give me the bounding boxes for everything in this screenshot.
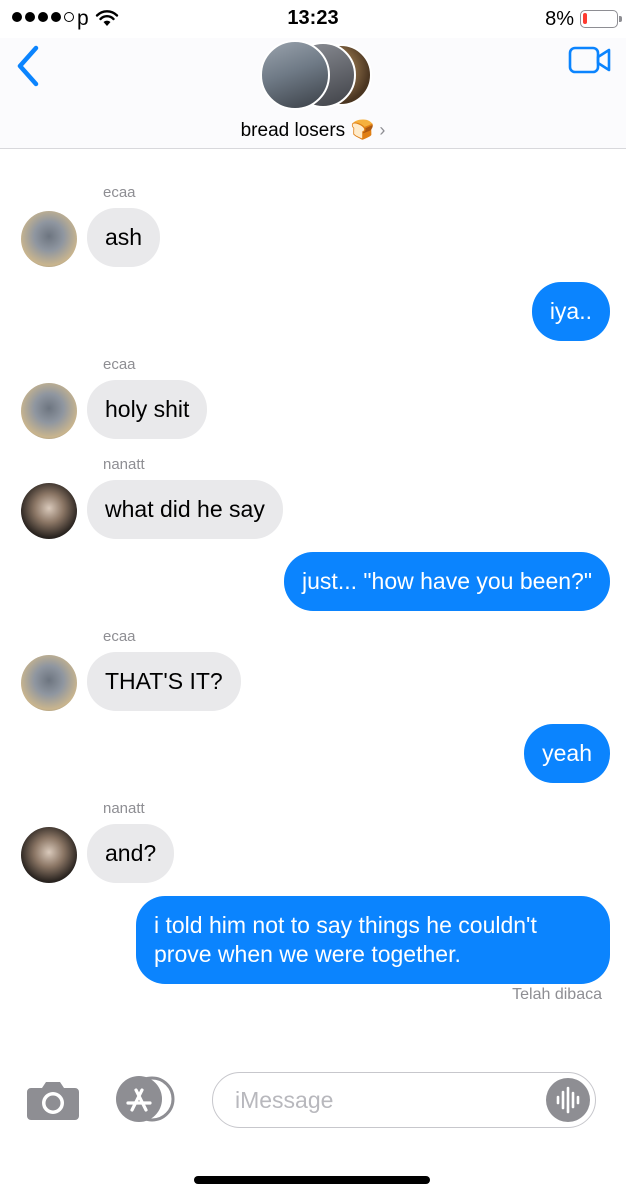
battery-percentage: 8% [545, 8, 574, 30]
outgoing-message[interactable]: iya.. [531, 282, 610, 341]
avatar[interactable] [21, 483, 77, 539]
conversation-header: bread losers 🍞 › [0, 38, 626, 149]
imessage-input[interactable]: iMessage [212, 1072, 596, 1128]
audio-message-icon[interactable] [546, 1078, 590, 1122]
back-chevron-icon[interactable] [14, 44, 42, 93]
status-bar: p 13:23 8% [0, 0, 626, 38]
incoming-message[interactable]: ash [87, 208, 161, 267]
group-avatar-stack[interactable] [260, 40, 372, 110]
clock: 13:23 [287, 7, 339, 29]
incoming-message[interactable]: and? [87, 824, 175, 883]
incoming-message[interactable]: what did he say [87, 480, 283, 539]
input-placeholder: iMessage [235, 1087, 334, 1113]
incoming-message[interactable]: THAT'S IT? [87, 652, 241, 711]
sender-name: nanatt [103, 800, 145, 817]
avatar[interactable] [21, 655, 77, 711]
battery-icon [580, 10, 622, 28]
outgoing-message[interactable]: yeah [524, 724, 610, 783]
group-name-button[interactable]: bread losers 🍞 › [0, 118, 626, 142]
avatar[interactable] [21, 383, 77, 439]
avatar[interactable] [21, 211, 77, 267]
sender-name: ecaa [103, 356, 136, 373]
avatar [260, 40, 330, 110]
camera-icon[interactable] [25, 1078, 81, 1127]
avatar[interactable] [21, 827, 77, 883]
sender-name: ecaa [103, 184, 136, 201]
group-name: bread losers 🍞 [240, 120, 375, 141]
read-receipt: Telah dibaca [512, 986, 602, 1003]
chevron-right-icon: › [379, 120, 386, 140]
sender-name: nanatt [103, 456, 145, 473]
app-store-icon[interactable] [114, 1075, 176, 1128]
facetime-video-icon[interactable] [568, 44, 612, 81]
home-indicator[interactable] [194, 1176, 430, 1184]
incoming-message[interactable]: holy shit [87, 380, 208, 439]
outgoing-message[interactable]: just... "how have you been?" [284, 552, 610, 611]
outgoing-message[interactable]: i told him not to say things he couldn't… [136, 896, 610, 984]
sender-name: ecaa [103, 628, 136, 645]
